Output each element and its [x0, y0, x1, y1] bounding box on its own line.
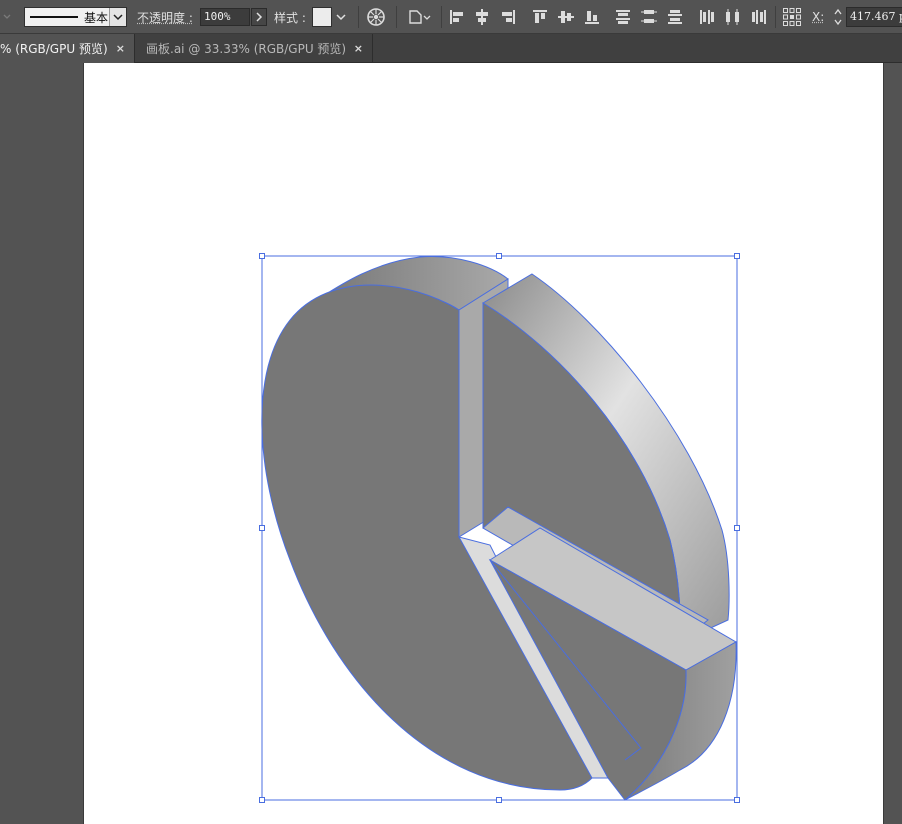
- bounding-box-handle-middle-right[interactable]: [734, 525, 740, 531]
- tab-label: % (RGB/GPU 预览): [0, 42, 108, 56]
- stroke-profile-preview: [30, 16, 78, 18]
- distribute-horizontal-center-button[interactable]: [723, 7, 743, 27]
- shape-transform-icon: [409, 10, 431, 24]
- distribute-vertical-center-icon: [641, 10, 657, 23]
- align-top-button[interactable]: [530, 7, 550, 27]
- fill-dropdown-arrow[interactable]: [2, 0, 12, 34]
- reference-point-icon: [783, 8, 801, 26]
- reference-point-selector[interactable]: [782, 7, 802, 27]
- x-coordinate-input[interactable]: 417.467 p: [846, 7, 902, 27]
- distribute-left-icon: [700, 10, 714, 24]
- stroke-profile-label: 基本: [84, 10, 109, 25]
- align-left-icon: [450, 10, 463, 24]
- align-bottom-button[interactable]: [582, 7, 602, 27]
- align-horizontal-center-icon: [476, 9, 488, 25]
- document-tab[interactable]: 画板.ai @ 33.33% (RGB/GPU 预览) ×: [135, 34, 373, 63]
- control-bar: 基本 不透明度 : 100% 样式 : X: 417.467 p: [0, 0, 902, 34]
- bounding-box-handle-bottom-right[interactable]: [734, 797, 740, 803]
- chevron-down-icon[interactable]: [109, 8, 126, 26]
- distribute-right-icon: [752, 10, 766, 24]
- opacity-slider-button[interactable]: [251, 8, 267, 26]
- stepper-arrows-icon: [834, 8, 842, 26]
- recolor-artwork-icon: [367, 8, 385, 26]
- align-right-icon: [502, 10, 515, 24]
- distribute-vertical-center-button[interactable]: [639, 7, 659, 27]
- shape-transform-button[interactable]: [408, 7, 434, 27]
- bounding-box-handle-bottom-center[interactable]: [496, 797, 502, 803]
- opacity-input[interactable]: 100%: [200, 8, 250, 26]
- align-vertical-center-icon: [558, 11, 574, 23]
- chevron-right-icon: [256, 12, 263, 22]
- align-right-button[interactable]: [498, 7, 518, 27]
- opacity-label[interactable]: 不透明度 :: [137, 9, 193, 26]
- align-top-icon: [533, 10, 547, 23]
- bounding-box-handle-bottom-left[interactable]: [259, 797, 265, 803]
- recolor-artwork-button[interactable]: [366, 7, 386, 27]
- stroke-profile-dropdown[interactable]: 基本: [24, 7, 127, 27]
- close-icon[interactable]: ×: [354, 42, 363, 55]
- tab-label: 画板.ai @ 33.33% (RGB/GPU 预览): [146, 42, 347, 56]
- x-coordinate-stepper[interactable]: [832, 6, 844, 28]
- align-horizontal-center-button[interactable]: [472, 7, 492, 27]
- graphic-style-dropdown[interactable]: [333, 7, 349, 27]
- style-label: 样式 :: [274, 10, 306, 25]
- distribute-top-icon: [616, 10, 630, 24]
- toolbar-divider: [775, 6, 776, 28]
- distribute-left-button[interactable]: [697, 7, 717, 27]
- align-vertical-center-button[interactable]: [556, 7, 576, 27]
- align-bottom-icon: [585, 11, 599, 24]
- bounding-box-handle-top-right[interactable]: [734, 253, 740, 259]
- document-tab-active[interactable]: % (RGB/GPU 预览) ×: [0, 34, 135, 63]
- distribute-right-button[interactable]: [749, 7, 769, 27]
- chevron-down-icon: [336, 14, 346, 21]
- distribute-top-button[interactable]: [613, 7, 633, 27]
- distribute-bottom-button[interactable]: [665, 7, 685, 27]
- align-left-button[interactable]: [447, 7, 467, 27]
- toolbar-divider: [358, 6, 359, 28]
- graphic-style-swatch[interactable]: [312, 7, 332, 27]
- toolbar-divider: [441, 6, 442, 28]
- chevron-down-icon: [3, 14, 11, 19]
- artwork-layer[interactable]: [0, 63, 902, 824]
- distribute-bottom-icon: [668, 10, 682, 24]
- bounding-box-handle-top-center[interactable]: [496, 253, 502, 259]
- x-coordinate-label[interactable]: X:: [812, 10, 824, 24]
- toolbar-divider: [396, 6, 397, 28]
- distribute-horizontal-center-icon: [726, 9, 739, 25]
- document-tab-bar: % (RGB/GPU 预览) × 画板.ai @ 33.33% (RGB/GPU…: [0, 34, 902, 63]
- close-icon[interactable]: ×: [116, 42, 125, 55]
- bounding-box-handle-top-left[interactable]: [259, 253, 265, 259]
- bounding-box-handle-middle-left[interactable]: [259, 525, 265, 531]
